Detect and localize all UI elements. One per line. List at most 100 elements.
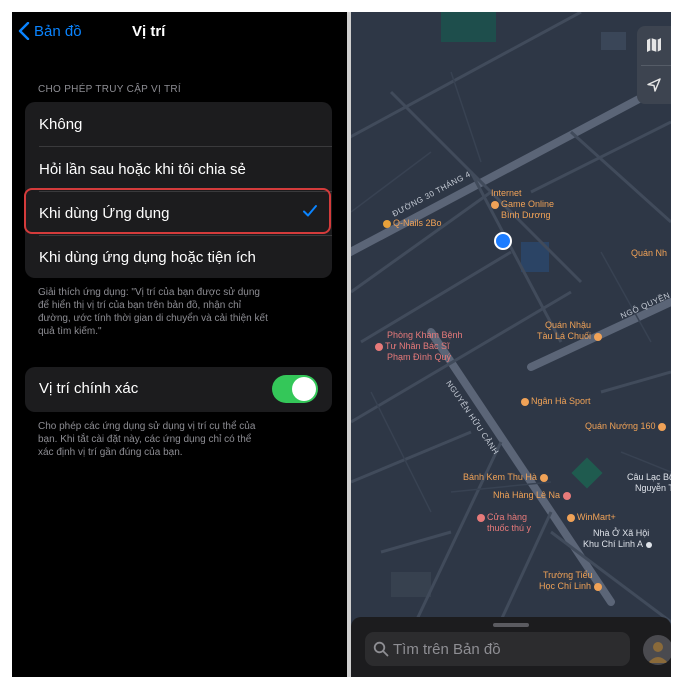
poi-pin-icon bbox=[491, 200, 499, 209]
option-label: Khi dùng ứng dụng hoặc tiện ích bbox=[39, 248, 256, 266]
poi-internet-game-online[interactable]: Internet Game Online Bình Dương bbox=[491, 188, 554, 221]
poi-label: Q-Nails 2Bo bbox=[393, 218, 442, 228]
poi-label: Internet bbox=[491, 188, 522, 198]
explanation-line: để hiển thị vị trí của bạn trên bản đồ, … bbox=[38, 300, 241, 311]
poi-ngan-ha-sport[interactable]: Ngân Hà Sport bbox=[521, 396, 591, 407]
search-sheet: Tìm trên Bản đồ bbox=[351, 617, 671, 677]
poi-label: Nhà Ở Xã Hội bbox=[593, 528, 650, 538]
poi-phong-kham[interactable]: Phòng Khám Bệnh Tư Nhân Bác Sĩ Phạm Đình… bbox=[375, 330, 463, 363]
park-area bbox=[571, 457, 603, 489]
option-ask-next-time[interactable]: Hỏi lần sau hoặc khi tôi chia sẻ bbox=[25, 147, 332, 191]
poi-pin-icon bbox=[521, 397, 529, 406]
poi-truong-tieu-hoc[interactable]: Trường Tiểu Học Chí Linh bbox=[539, 570, 604, 592]
poi-cua-hang-thuoc-thu-y[interactable]: Cửa hàng thuốc thú y bbox=[477, 512, 531, 534]
explanation-line: quả tìm kiếm." bbox=[38, 326, 102, 337]
poi-label: Nhà Hàng Lê Na bbox=[493, 490, 561, 500]
poi-label-row: Tư Nhân Bác Sĩ bbox=[375, 341, 463, 352]
poi-label: Tàu Lá Chuối bbox=[537, 331, 592, 341]
poi-pin-icon bbox=[477, 513, 485, 522]
poi-quan-nhau-right[interactable]: Quán Nh bbox=[631, 248, 667, 259]
poi-label: Quán Nướng 160 bbox=[585, 421, 656, 431]
explanation-line: Cho phép các ứng dụng sử dụng vị trí cụ … bbox=[38, 421, 256, 432]
water-area bbox=[441, 12, 496, 42]
location-access-explanation: Giải thích ứng dụng: "Vị trí của bạn đượ… bbox=[38, 286, 316, 338]
poi-label: Khu Chí Linh A bbox=[583, 539, 644, 549]
option-while-using-app-or-widgets[interactable]: Khi dùng ứng dụng hoặc tiện ích bbox=[25, 235, 332, 279]
checkmark-icon bbox=[303, 205, 317, 217]
poi-label: Cửa hàng bbox=[487, 512, 528, 522]
poi-label-row: Tàu Lá Chuối bbox=[537, 331, 604, 342]
precise-location-row: Vị trí chính xác bbox=[25, 367, 332, 412]
option-while-using-app[interactable]: Khi dùng Ứng dụng bbox=[25, 191, 332, 235]
poi-label: Trường Tiểu bbox=[543, 570, 593, 580]
poi-label: Tư Nhân Bác Sĩ bbox=[385, 341, 450, 351]
poi-label: Câu Lạc Bộ C bbox=[627, 472, 671, 482]
poi-label: Bánh Kem Thu Hà bbox=[463, 472, 537, 482]
back-button-label: Bản đồ bbox=[34, 22, 82, 40]
poi-label-row: Game Online bbox=[491, 199, 554, 210]
poi-quan-nhau-tau-la-chuoi[interactable]: Quán Nhậu Tàu Lá Chuối bbox=[537, 320, 604, 342]
chevron-left-icon bbox=[18, 22, 30, 40]
precise-location-toggle[interactable] bbox=[272, 375, 318, 403]
poi-label: Ngân Hà Sport bbox=[531, 396, 591, 406]
poi-pin-icon bbox=[563, 491, 572, 500]
poi-label: Phòng Khám Bệnh bbox=[387, 330, 463, 340]
screenshot-frame: Bản đồ Vị trí CHO PHÉP TRUY CẬP VỊ TRÍ K… bbox=[12, 12, 671, 677]
explanation-line: xác định vị trí gần đúng của bạn. bbox=[38, 447, 183, 458]
page-title: Vị trí bbox=[132, 23, 166, 40]
poi-label: Game Online bbox=[501, 199, 555, 209]
poi-pin-icon bbox=[658, 422, 667, 431]
poi-quan-nuong-160[interactable]: Quán Nướng 160 bbox=[585, 421, 668, 432]
poi-label-row: Cửa hàng bbox=[477, 512, 531, 523]
poi-winmart[interactable]: WinMart+ bbox=[567, 512, 616, 523]
poi-banh-kem-thu-ha[interactable]: Bánh Kem Thu Hà bbox=[463, 472, 550, 483]
current-location-marker bbox=[494, 232, 512, 250]
poi-pin-icon bbox=[539, 473, 548, 482]
location-settings-panel: Bản đồ Vị trí CHO PHÉP TRUY CẬP VỊ TRÍ K… bbox=[12, 12, 347, 677]
poi-nha-o-xa-hoi[interactable]: Nhà Ở Xã Hội Khu Chí Linh A bbox=[583, 528, 654, 550]
location-access-options: Không Hỏi lần sau hoặc khi tôi chia sẻ K… bbox=[25, 102, 332, 278]
magnifier-icon bbox=[373, 641, 389, 657]
navigation-bar: Bản đồ Vị trí bbox=[12, 20, 347, 50]
sheet-grabber[interactable] bbox=[493, 623, 529, 627]
toggle-knob bbox=[292, 377, 316, 401]
explanation-line: Giải thích ứng dụng: "Vị trí của bạn đượ… bbox=[38, 287, 260, 298]
map-view[interactable]: ĐƯỜNG 30 THÁNG 4 NGUYỄN HỮU CẢNH NGÔ QUY… bbox=[351, 12, 671, 677]
back-button[interactable]: Bản đồ bbox=[18, 22, 82, 40]
poi-label-row: Học Chí Linh bbox=[539, 581, 604, 592]
map-mode-button[interactable] bbox=[637, 26, 671, 64]
option-label: Hỏi lần sau hoặc khi tôi chia sẻ bbox=[39, 160, 246, 178]
poi-nha-hang-le-na[interactable]: Nhà Hàng Lê Na bbox=[493, 490, 573, 501]
poi-label: Nguyễn Tri bbox=[635, 483, 671, 493]
poi-label: Bình Dương bbox=[501, 210, 551, 220]
building-block bbox=[601, 32, 626, 50]
person-icon bbox=[648, 642, 668, 663]
option-label: Khi dùng Ứng dụng bbox=[39, 204, 170, 222]
poi-pin-icon bbox=[567, 513, 575, 522]
poi-q-nails[interactable]: Q-Nails 2Bo bbox=[383, 218, 442, 229]
poi-label-row: Khu Chí Linh A bbox=[583, 539, 654, 550]
search-placeholder: Tìm trên Bản đồ bbox=[393, 641, 501, 658]
precise-location-label: Vị trí chính xác bbox=[39, 380, 139, 397]
poi-label: Học Chí Linh bbox=[539, 581, 592, 591]
explanation-line: đường, ước tính thời gian di chuyển và c… bbox=[38, 313, 268, 324]
map-icon bbox=[647, 38, 661, 52]
option-never[interactable]: Không bbox=[25, 102, 332, 146]
poi-pin-icon bbox=[594, 332, 603, 341]
poi-label: WinMart+ bbox=[577, 512, 616, 522]
avatar[interactable] bbox=[643, 635, 671, 665]
explanation-line: bạn. Khi tắt cài đặt này, các ứng dụng c… bbox=[38, 434, 252, 445]
poi-cau-lac-bo[interactable]: Câu Lạc Bộ C Nguyễn Tri bbox=[627, 472, 671, 494]
poi-label: Quán Nh bbox=[631, 248, 668, 258]
poi-label: Quán Nhậu bbox=[545, 320, 592, 330]
building-block bbox=[391, 572, 431, 597]
option-label: Không bbox=[39, 115, 83, 133]
poi-pin-icon bbox=[375, 342, 383, 351]
poi-label: thuốc thú y bbox=[487, 523, 532, 533]
location-arrow-icon bbox=[647, 78, 661, 92]
precise-location-explanation: Cho phép các ứng dụng sử dụng vị trí cụ … bbox=[38, 420, 316, 459]
map-controls bbox=[637, 26, 671, 104]
poi-pin-icon bbox=[646, 541, 653, 548]
current-location-button[interactable] bbox=[637, 66, 671, 104]
search-field[interactable]: Tìm trên Bản đồ bbox=[365, 632, 630, 666]
